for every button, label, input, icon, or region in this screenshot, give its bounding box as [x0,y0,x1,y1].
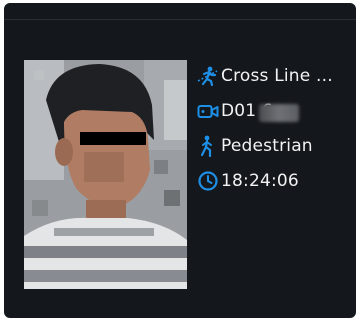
device-name-redaction [259,104,299,122]
pedestrian-icon [197,135,221,157]
target-type-label: Pedestrian [221,136,313,156]
snapshot-image [24,60,187,289]
event-info: Cross Line ... D01 6... Pedestrian 18:24… [197,61,355,201]
card-top-divider [4,19,356,20]
target-row: Pedestrian [197,131,355,161]
eye-redaction-bar [80,132,146,145]
screen: Cross Line ... D01 6... Pedestrian 18:24… [0,0,363,324]
event-time-label: 18:24:06 [221,171,299,191]
event-snapshot-thumbnail[interactable] [24,60,187,289]
clock-icon [197,170,221,192]
camera-icon [197,100,221,122]
cross-line-icon [197,65,221,87]
time-row: 18:24:06 [197,166,355,196]
device-row: D01 6... [197,96,355,126]
event-type-row: Cross Line ... [197,61,355,91]
device-name-label: D01 6... [221,101,299,122]
event-card[interactable]: Cross Line ... D01 6... Pedestrian 18:24… [4,3,356,318]
event-type-label: Cross Line ... [221,66,333,86]
